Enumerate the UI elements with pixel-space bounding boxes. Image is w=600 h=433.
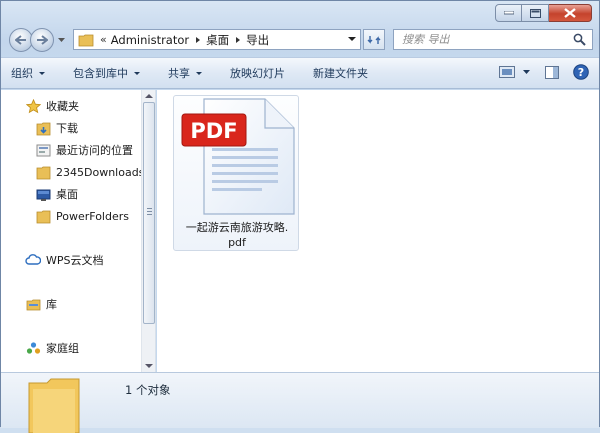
scroll-grip	[147, 208, 152, 217]
address-dropdown-icon[interactable]	[348, 37, 356, 41]
slideshow-label: 放映幻灯片	[230, 67, 285, 80]
folder-icon	[35, 208, 51, 224]
cloud-icon	[25, 252, 41, 268]
slideshow-button[interactable]: 放映幻灯片	[230, 65, 285, 81]
address-segment-administrator[interactable]: Administrator	[111, 33, 189, 47]
desktop-icon	[35, 186, 51, 202]
new-folder-button[interactable]: 新建文件夹	[313, 65, 368, 81]
tree-item-label: 下载	[56, 122, 78, 135]
refresh-button[interactable]	[363, 29, 385, 50]
star-icon	[25, 98, 41, 114]
command-bar: 组织 包含到库中 共享 放映幻灯片 新建文件夹 ?	[1, 57, 599, 89]
search-input[interactable]	[402, 33, 562, 46]
minimize-button[interactable]	[495, 4, 522, 22]
minimize-icon	[503, 11, 514, 15]
forward-button[interactable]	[30, 28, 54, 52]
change-view-button[interactable]	[499, 66, 531, 78]
file-name-line: pdf	[228, 236, 246, 249]
chevron-down-icon	[39, 71, 45, 75]
pdf-file-icon: PDF	[181, 98, 295, 215]
scroll-down-arrow-icon[interactable]	[145, 364, 153, 368]
tree-item-label: PowerFolders	[56, 209, 129, 223]
address-segment-export[interactable]: 导出	[246, 32, 269, 48]
library-icon	[25, 296, 41, 312]
chevron-down-icon	[57, 38, 65, 42]
maximize-button[interactable]	[522, 4, 549, 22]
navigation-pane-scrollbar[interactable]	[141, 90, 155, 372]
details-pane: 1 个对象	[1, 372, 599, 433]
tree-item-favorites[interactable]: 收藏夹	[25, 96, 79, 116]
include-in-library-label: 包含到库中	[73, 67, 128, 80]
share-menu[interactable]: 共享	[168, 65, 202, 81]
folder-icon	[35, 164, 51, 180]
tree-item-2345downloads[interactable]: 2345Downloads	[35, 162, 142, 182]
caption-buttons	[495, 4, 592, 22]
file-name-line: 一起游云南旅游攻略.	[185, 221, 289, 234]
tree-item-label: 家庭组	[46, 342, 79, 355]
scroll-thumb[interactable]	[143, 102, 155, 324]
folder-icon	[78, 34, 94, 46]
tree-item-homegroup[interactable]: 家庭组	[25, 338, 79, 358]
chevron-down-icon	[523, 70, 530, 74]
share-label: 共享	[168, 67, 190, 80]
folder-thumbnail-icon	[28, 378, 80, 433]
address-segment-desktop[interactable]: 桌面	[206, 32, 229, 48]
address-root-chevron[interactable]: «	[100, 33, 107, 46]
maximize-icon	[529, 8, 541, 18]
refresh-icon	[367, 35, 381, 44]
file-list[interactable]: PDF 一起游云南旅游攻略. pdf	[157, 90, 599, 372]
close-icon	[564, 8, 576, 18]
downloads-folder-icon	[35, 120, 51, 136]
organize-menu[interactable]: 组织	[11, 65, 45, 81]
breadcrumb-arrow-icon[interactable]	[196, 36, 201, 43]
tree-item-downloads[interactable]: 下载	[35, 118, 78, 138]
search-icon[interactable]	[573, 33, 586, 49]
new-folder-label: 新建文件夹	[313, 67, 368, 80]
include-in-library-menu[interactable]: 包含到库中	[73, 65, 140, 81]
tree-item-label: 最近访问的位置	[56, 144, 133, 157]
navigation-buttons	[9, 28, 66, 52]
organize-label: 组织	[11, 67, 33, 80]
tree-item-label: 收藏夹	[46, 100, 79, 113]
homegroup-icon	[25, 340, 41, 356]
tree-item-wps-cloud[interactable]: WPS云文档	[25, 250, 104, 270]
address-bar[interactable]: « Administrator 桌面 导出	[73, 29, 361, 50]
close-button[interactable]	[549, 4, 592, 22]
back-arrow-icon	[15, 35, 26, 45]
tree-item-label: WPS云文档	[46, 254, 104, 267]
recent-places-icon	[35, 142, 51, 158]
preview-pane-button[interactable]	[545, 65, 559, 79]
item-count: 1 个对象	[125, 383, 171, 397]
file-name[interactable]: 一起游云南旅游攻略. pdf	[174, 220, 300, 250]
tree-item-label: 2345Downloads	[56, 165, 142, 179]
svg-text:?: ?	[578, 66, 584, 79]
tree-item-desktop[interactable]: 桌面	[35, 184, 78, 204]
chevron-down-icon	[134, 71, 140, 75]
help-button[interactable]: ?	[573, 64, 589, 80]
scroll-up-arrow-icon[interactable]	[145, 94, 153, 98]
breadcrumb-arrow-icon[interactable]	[236, 36, 241, 43]
file-item[interactable]: PDF 一起游云南旅游攻略. pdf	[173, 95, 299, 251]
search-box[interactable]	[393, 29, 593, 50]
tree-item-label: 桌面	[56, 188, 78, 201]
pdf-badge-text: PDF	[190, 119, 237, 143]
help-icon: ?	[573, 64, 589, 80]
navigation-pane: 收藏夹 下载 最近访问的位置 2345Downloads 桌面 PowerFol…	[1, 90, 156, 372]
preview-pane-icon	[545, 65, 559, 79]
tree-item-library[interactable]: 库	[25, 294, 57, 314]
tree-item-powerfolders[interactable]: PowerFolders	[35, 206, 129, 226]
view-icon	[499, 66, 515, 78]
explorer-window: « Administrator 桌面 导出 组织 包含到库中 共享 放映幻灯片	[0, 0, 600, 433]
forward-arrow-icon	[37, 35, 48, 45]
command-bar-right: ?	[485, 64, 589, 80]
recent-pages-dropdown[interactable]	[56, 28, 66, 52]
tree-item-label: 库	[46, 298, 57, 311]
chevron-down-icon	[196, 71, 202, 75]
tree-item-recent-places[interactable]: 最近访问的位置	[35, 140, 133, 160]
